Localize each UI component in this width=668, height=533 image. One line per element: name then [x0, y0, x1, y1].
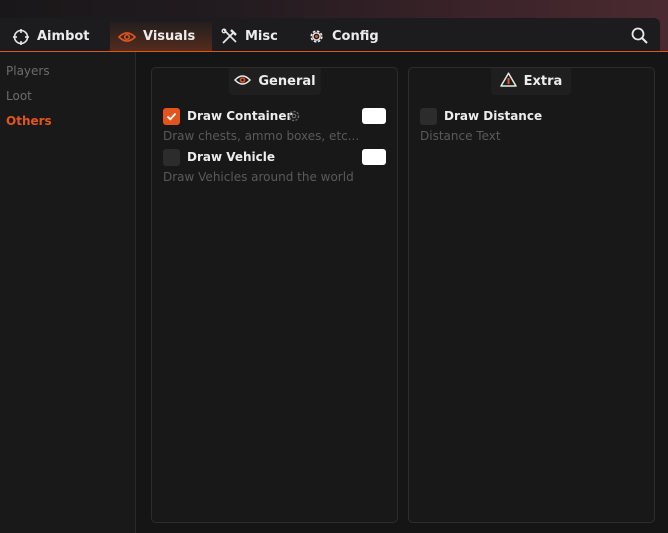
draw-vehicle-description: Draw Vehicles around the world [163, 170, 354, 184]
tab-aimbot-label: Aimbot [37, 29, 90, 44]
tab-misc-label: Misc [245, 29, 278, 44]
draw-container-label: Draw Container [187, 109, 293, 123]
crosshair-icon [12, 28, 30, 46]
general-panel-header: General [229, 68, 321, 95]
tools-icon [221, 28, 238, 45]
warning-icon [499, 72, 517, 91]
draw-container-color-swatch[interactable] [362, 108, 386, 124]
sidebar-item-others[interactable]: Others [6, 114, 52, 128]
general-panel-title: General [258, 74, 316, 89]
draw-container-settings-icon[interactable] [287, 108, 301, 127]
eye-icon [118, 31, 136, 43]
draw-distance-description: Distance Text [420, 129, 501, 143]
draw-container-checkbox[interactable] [163, 108, 180, 125]
draw-vehicle-checkbox[interactable] [163, 149, 180, 166]
tab-config[interactable]: Config [308, 22, 379, 51]
draw-vehicle-color-swatch[interactable] [362, 149, 386, 165]
draw-vehicle-label: Draw Vehicle [187, 150, 276, 164]
draw-distance-checkbox[interactable] [420, 108, 437, 125]
sidebar: Players Loot Others [0, 52, 136, 533]
extra-panel-header: Extra [491, 68, 571, 95]
tab-aimbot[interactable]: Aimbot [12, 22, 90, 51]
general-panel: General Draw Container Draw chests, ammo… [151, 67, 398, 523]
draw-distance-label: Draw Distance [444, 109, 543, 123]
tab-visuals-label: Visuals [143, 29, 196, 44]
sidebar-item-loot[interactable]: Loot [6, 89, 32, 103]
gear-icon [308, 28, 325, 45]
eye-icon [234, 74, 252, 90]
draw-container-description: Draw chests, ammo boxes, etc... [163, 129, 360, 143]
tab-config-label: Config [332, 29, 379, 44]
search-icon[interactable] [630, 26, 650, 46]
tab-misc[interactable]: Misc [221, 22, 278, 51]
extra-panel-title: Extra [523, 74, 563, 89]
extra-panel: Extra Draw Distance Distance Text [408, 67, 655, 523]
tab-visuals[interactable]: Visuals [110, 22, 212, 51]
sidebar-item-players[interactable]: Players [6, 64, 50, 78]
